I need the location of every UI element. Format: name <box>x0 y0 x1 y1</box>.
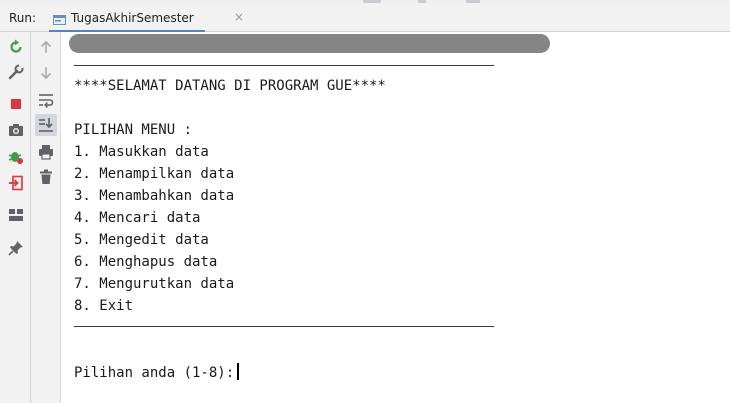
tab-run-configuration[interactable]: TugasAkhirSemester × <box>49 4 244 33</box>
exit-icon[interactable] <box>7 174 25 192</box>
pin-icon[interactable] <box>7 239 25 257</box>
run-window: Run: TugasAkhirSemester × ****SELAMAT DA… <box>0 0 730 403</box>
input-prompt: Pilihan anda (1-8): <box>74 365 235 381</box>
trash-icon[interactable] <box>37 168 55 186</box>
editor-remnant-mark <box>466 0 480 3</box>
divider-line <box>74 65 494 66</box>
run-tool-window-header: Run: TugasAkhirSemester × <box>0 4 730 33</box>
scroll-to-end-icon[interactable] <box>35 114 57 136</box>
tab-label: TugasAkhirSemester <box>71 11 194 25</box>
menu-item: 1. Masukkan data <box>74 144 209 160</box>
run-toolbar-primary <box>0 32 31 403</box>
menu-title: PILIHAN MENU : <box>74 122 193 138</box>
menu-item: 7. Mengurutkan data <box>74 276 235 292</box>
editor-remnant-mark <box>363 0 381 3</box>
menu-item: 5. Mengedit data <box>74 232 209 248</box>
arrow-down-icon[interactable] <box>37 64 55 82</box>
menu-item: 3. Menambahkan data <box>74 188 235 204</box>
text-caret <box>237 363 240 380</box>
stop-icon[interactable] <box>7 95 25 113</box>
input-prompt-line[interactable]: Pilihan anda (1-8): <box>74 363 240 382</box>
editor-remnant-mark <box>418 0 426 3</box>
run-toolbar-secondary <box>31 32 61 403</box>
arrow-up-icon[interactable] <box>37 38 55 56</box>
wrench-icon[interactable] <box>7 63 25 81</box>
run-config-icon <box>53 11 66 25</box>
menu-item: 2. Menampilkan data <box>74 166 235 182</box>
rerun-icon[interactable] <box>7 38 25 56</box>
menu-item: 4. Mencari data <box>74 210 201 226</box>
debug-icon[interactable] <box>7 148 25 166</box>
print-icon[interactable] <box>37 143 55 161</box>
close-icon[interactable]: × <box>234 11 244 24</box>
console-output[interactable]: ****SELAMAT DATANG DI PROGRAM GUE**** PI… <box>61 32 730 403</box>
layout-icon[interactable] <box>7 206 25 224</box>
soft-wrap-icon[interactable] <box>37 91 55 109</box>
camera-icon[interactable] <box>7 121 25 139</box>
welcome-text: ****SELAMAT DATANG DI PROGRAM GUE**** <box>74 78 386 94</box>
menu-item: 8. Exit <box>74 298 134 314</box>
run-label: Run: <box>9 11 37 25</box>
redacted-command-line <box>69 34 550 53</box>
menu-item: 6. Menghapus data <box>74 254 218 270</box>
divider-line <box>74 326 494 327</box>
